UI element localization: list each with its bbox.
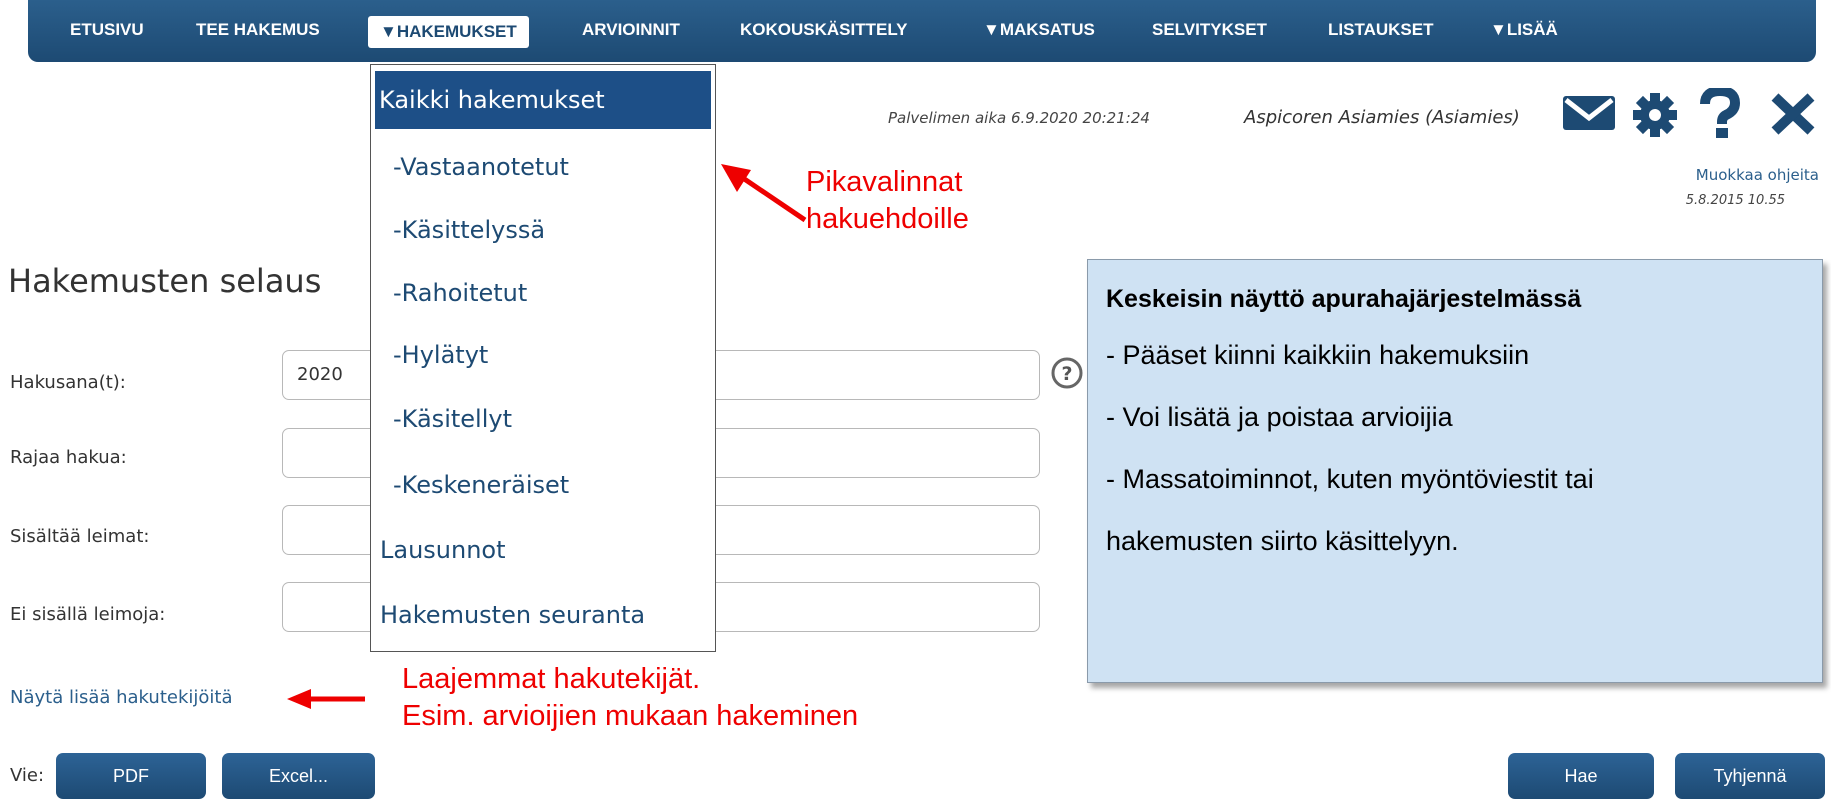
menu-item-statements[interactable]: Lausunnot [371, 536, 715, 564]
more-criteria-arrow-icon [287, 689, 365, 709]
limit-search-label: Rajaa hakua: [10, 447, 127, 468]
server-time: Palvelimen aika 6.9.2020 20:21:24 [888, 109, 1150, 127]
applications-dropdown-menu: Kaikki hakemukset -Vastaanotetut -Käsitt… [370, 64, 716, 652]
info-callout-box: Keskeisin näyttö apurahajärjestelmässä -… [1087, 259, 1823, 683]
svg-text:?: ? [1061, 363, 1072, 385]
nav-item-etusivu[interactable]: ETUSIVU [70, 20, 144, 40]
menu-item-in-processing[interactable]: -Käsittelyssä [371, 216, 715, 244]
callout-line: - Voi lisätä ja poistaa arvioijia [1106, 402, 1453, 432]
export-label: Vie: [10, 765, 45, 786]
menu-item-received[interactable]: -Vastaanotetut [371, 153, 715, 181]
excludes-tags-label: Ei sisällä leimoja: [10, 604, 166, 625]
nav-item-selvitykset[interactable]: SELVITYKSET [1152, 20, 1267, 40]
nav-item-lisaa[interactable]: ▼LISÄÄ [1490, 20, 1558, 40]
clear-button[interactable]: Tyhjennä [1675, 753, 1825, 799]
callout-line: hakemusten siirto käsittelyyn. [1106, 526, 1459, 556]
help-date: 5.8.2015 10.55 [1685, 193, 1785, 208]
nav-item-listaukset[interactable]: LISTAUKSET [1328, 20, 1433, 40]
close-icon[interactable] [1770, 92, 1816, 140]
mail-icon[interactable] [1562, 92, 1616, 136]
nav-item-kokouskasittely[interactable]: KOKOUSKÄSITTELY [740, 20, 908, 40]
menu-item-funded[interactable]: -Rahoitetut [371, 279, 715, 307]
menu-item-all-applications[interactable]: Kaikki hakemukset [375, 71, 711, 129]
show-more-criteria-link[interactable]: Näytä lisää hakutekijöitä [10, 687, 233, 708]
nav-item-tee-hakemus[interactable]: TEE HAKEMUS [196, 20, 320, 40]
menu-item-processed[interactable]: -Käsitellyt [371, 405, 715, 433]
callout-title: Keskeisin näyttö apurahajärjestelmässä [1106, 285, 1582, 313]
page-title: Hakemusten selaus [8, 262, 322, 300]
user-name: Aspicoren Asiamies (Asiamies) [1244, 107, 1520, 128]
more-criteria-annotation-line2: Esim. arvioijien mukaan hakeminen [402, 700, 859, 732]
quick-select-annotation: Pikavalinnat hakuehdoille [806, 164, 969, 238]
search-button[interactable]: Hae [1508, 753, 1654, 799]
nav-item-arvioinnit[interactable]: ARVIOINNIT [582, 20, 680, 40]
menu-item-rejected[interactable]: -Hylätyt [371, 341, 715, 369]
edit-help-link[interactable]: Muokkaa ohjeita [1696, 166, 1819, 184]
pdf-button[interactable]: PDF [56, 753, 206, 799]
help-icon[interactable] [1697, 85, 1743, 142]
gear-icon[interactable] [1630, 92, 1680, 142]
nav-item-hakemukset[interactable]: ▼HAKEMUKSET [368, 16, 529, 48]
help-circle-icon[interactable]: ? [1050, 356, 1084, 394]
nav-item-maksatus[interactable]: ▼MAKSATUS [983, 20, 1095, 40]
search-words-label: Hakusana(t): [10, 372, 126, 393]
quick-select-annotation-line2: hakuehdoille [806, 203, 969, 235]
callout-line: - Massatoiminnot, kuten myöntöviestit ta… [1106, 464, 1594, 494]
menu-item-application-tracking[interactable]: Hakemusten seuranta [371, 601, 715, 629]
quick-select-arrow-icon [721, 164, 807, 223]
quick-select-annotation-line1: Pikavalinnat [806, 166, 963, 198]
callout-line: - Pääset kiinni kaikkiin hakemuksiin [1106, 340, 1530, 370]
contains-tags-label: Sisältää leimat: [10, 526, 150, 547]
top-navigation: ETUSIVU TEE HAKEMUS ▼HAKEMUKSET ARVIOINN… [28, 0, 1816, 62]
more-criteria-annotation-line1: Laajemmat hakutekijät. [402, 663, 701, 695]
menu-item-incomplete[interactable]: -Keskeneräiset [371, 471, 715, 499]
more-criteria-annotation: Laajemmat hakutekijät. Esim. arvioijien … [402, 661, 858, 735]
excel-button[interactable]: Excel... [222, 753, 375, 799]
